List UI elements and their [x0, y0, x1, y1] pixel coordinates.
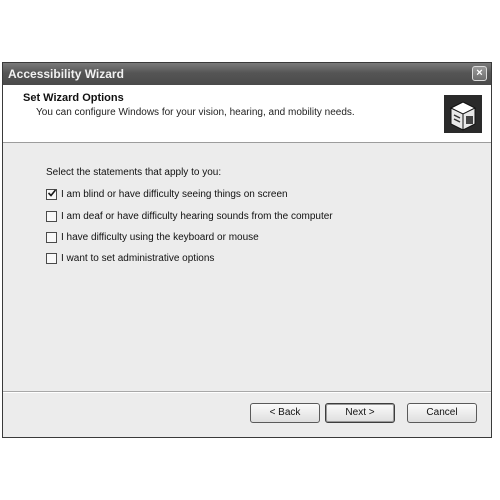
- option-blind[interactable]: I am blind or have difficulty seeing thi…: [46, 187, 288, 201]
- checkbox-blind[interactable]: [46, 188, 57, 200]
- accessibility-wizard-window: Accessibility Wizard × Set Wizard Option…: [2, 62, 492, 438]
- option-mobility[interactable]: I have difficulty using the keyboard or …: [46, 230, 259, 244]
- next-button[interactable]: Next >: [325, 403, 395, 423]
- accessibility-wizard-icon: [444, 95, 482, 133]
- option-label: I want to set administrative options: [61, 252, 215, 264]
- option-administrative[interactable]: I want to set administrative options: [46, 251, 214, 265]
- checkbox-administrative[interactable]: [46, 252, 57, 264]
- option-label: I have difficulty using the keyboard or …: [61, 231, 259, 243]
- close-button[interactable]: ×: [472, 66, 487, 81]
- button-separator: [3, 391, 491, 393]
- title-bar[interactable]: Accessibility Wizard ×: [3, 63, 491, 85]
- option-label: I am deaf or have difficulty hearing sou…: [61, 210, 333, 222]
- wizard-header: Set Wizard Options You can configure Win…: [3, 85, 491, 143]
- options-prompt: Select the statements that apply to you:: [46, 167, 222, 178]
- cancel-button[interactable]: Cancel: [407, 403, 477, 423]
- window-title: Accessibility Wizard: [8, 67, 124, 81]
- page-subtitle: You can configure Windows for your visio…: [36, 107, 355, 118]
- back-button[interactable]: < Back: [250, 403, 320, 423]
- close-icon: ×: [476, 67, 483, 79]
- checkbox-mobility[interactable]: [46, 231, 57, 243]
- page-title: Set Wizard Options: [23, 92, 124, 104]
- checkbox-deaf[interactable]: [46, 210, 57, 222]
- checkmark-icon: [47, 188, 57, 197]
- option-label: I am blind or have difficulty seeing thi…: [61, 188, 288, 200]
- option-deaf[interactable]: I am deaf or have difficulty hearing sou…: [46, 209, 333, 223]
